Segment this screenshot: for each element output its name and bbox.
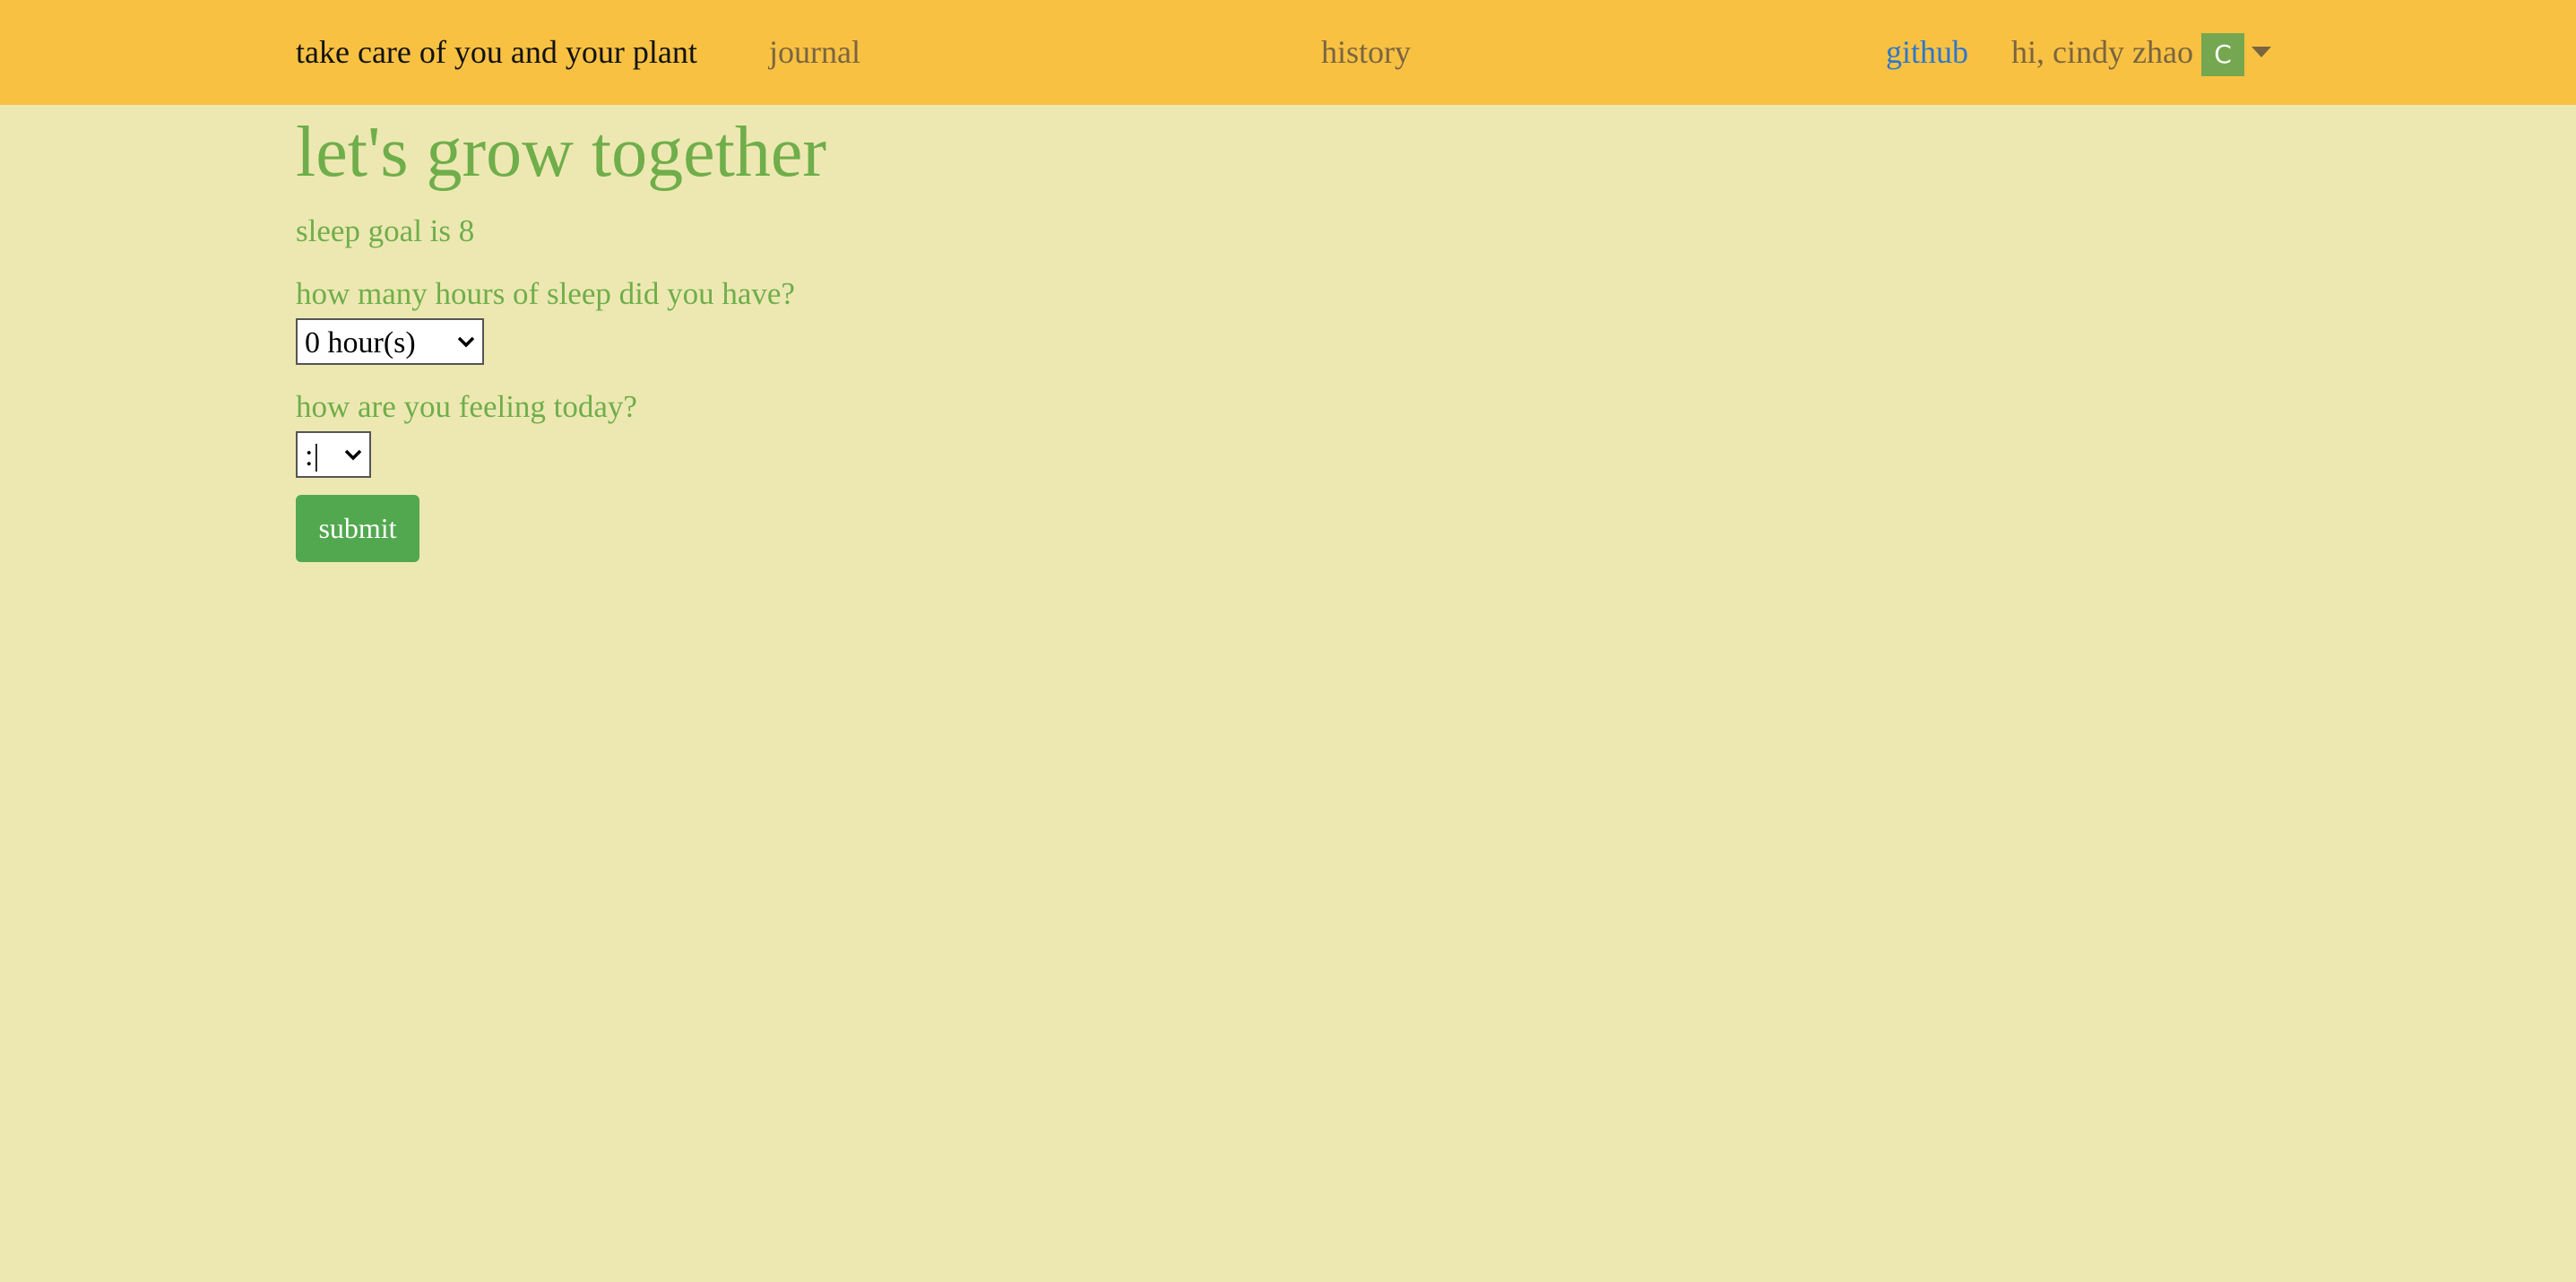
top-navbar: take care of you and your plant journal … [0,0,2576,105]
sleep-question-label: how many hours of sleep did you have? [296,276,795,311]
chevron-down-icon [344,449,362,461]
nav-link-journal[interactable]: journal [769,30,860,74]
caret-down-icon[interactable] [2252,47,2271,57]
user-greeting: hi, cindy zhao [2011,34,2193,70]
chevron-down-icon [457,336,475,348]
submit-button[interactable]: submit [296,495,419,562]
user-avatar[interactable]: C [2201,33,2244,76]
sleep-goal-text: sleep goal is 8 [296,213,475,248]
page-heading: let's grow together [296,113,827,192]
brand-title[interactable]: take care of you and your plant [296,30,697,74]
sleep-hours-select[interactable]: 0 hour(s) [296,318,484,365]
mood-selected-value: :| [305,439,320,472]
mood-select[interactable]: :| [296,431,371,478]
nav-link-history[interactable]: history [1321,30,1411,74]
nav-link-github[interactable]: github [1886,30,1968,74]
sleep-hours-selected-value: 0 hour(s) [305,326,416,359]
mood-question-label: how are you feeling today? [296,389,637,424]
